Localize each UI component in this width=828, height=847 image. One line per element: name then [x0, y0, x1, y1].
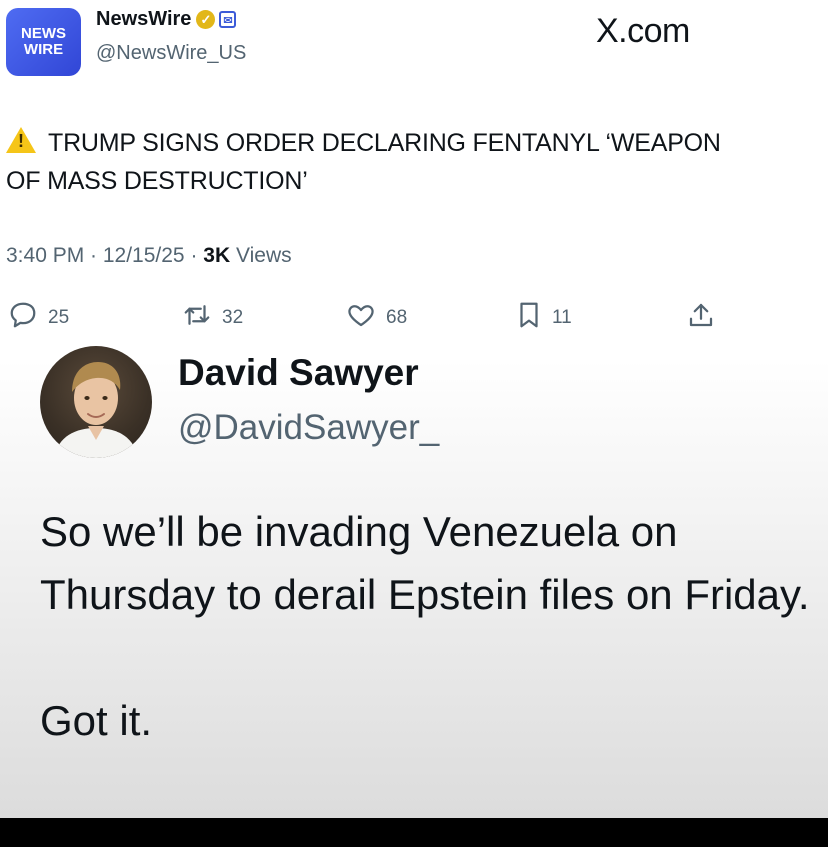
bookmark-count: 11	[552, 307, 572, 328]
headline-text: TRUMP SIGNS ORDER DECLARING FENTANYL ‘WE…	[6, 129, 721, 195]
reply-icon	[8, 300, 38, 336]
reply-post-text: So we’ll be invading Venezuela on Thursd…	[40, 508, 810, 744]
heart-icon	[346, 300, 376, 336]
reply-button[interactable]: 25	[8, 300, 69, 336]
views-label: Views	[230, 244, 292, 267]
site-label: X.com	[596, 12, 690, 50]
repost-button[interactable]: 32	[182, 300, 243, 336]
like-count: 68	[386, 307, 408, 328]
repost-icon	[182, 300, 212, 336]
source-headline: TRUMP SIGNS ORDER DECLARING FENTANYL ‘WE…	[6, 124, 746, 200]
logo-line-1: NEWS	[21, 25, 66, 42]
source-author-handle[interactable]: @NewsWire_US	[96, 42, 246, 65]
source-author-name[interactable]: NewsWire ✓ ✉	[96, 8, 237, 31]
like-button[interactable]: 68	[346, 300, 407, 336]
repost-count: 32	[222, 307, 244, 328]
newswire-logo[interactable]: NEWS WIRE	[6, 8, 81, 76]
logo-line-2: WIRE	[23, 41, 64, 58]
screenshot-canvas: NEWS WIRE NewsWire ✓ ✉ @NewsWire_US X.co…	[0, 0, 828, 818]
affiliate-badge-icon: ✉	[219, 11, 237, 28]
bottom-black-bar	[0, 818, 828, 847]
post-meta: 3:40 PM · 12/15/25 · 3K Views	[6, 244, 292, 268]
reply-count: 25	[48, 307, 70, 328]
reply-author-handle[interactable]: @DavidSawyer_	[178, 408, 439, 448]
verified-badge-icon: ✓	[196, 10, 216, 29]
post-timestamp[interactable]: 3:40 PM · 12/15/25 ·	[6, 244, 203, 267]
source-author-name-text: NewsWire	[96, 8, 192, 30]
views-count: 3K	[203, 244, 231, 267]
avatar[interactable]	[40, 346, 152, 458]
reply-author-name[interactable]: David Sawyer	[178, 352, 419, 394]
avatar-portrait	[54, 362, 138, 458]
share-icon	[686, 300, 716, 336]
warning-icon	[6, 127, 36, 153]
bookmark-button[interactable]: 11	[516, 300, 572, 336]
share-button[interactable]	[686, 300, 726, 336]
bookmark-icon	[516, 300, 542, 336]
